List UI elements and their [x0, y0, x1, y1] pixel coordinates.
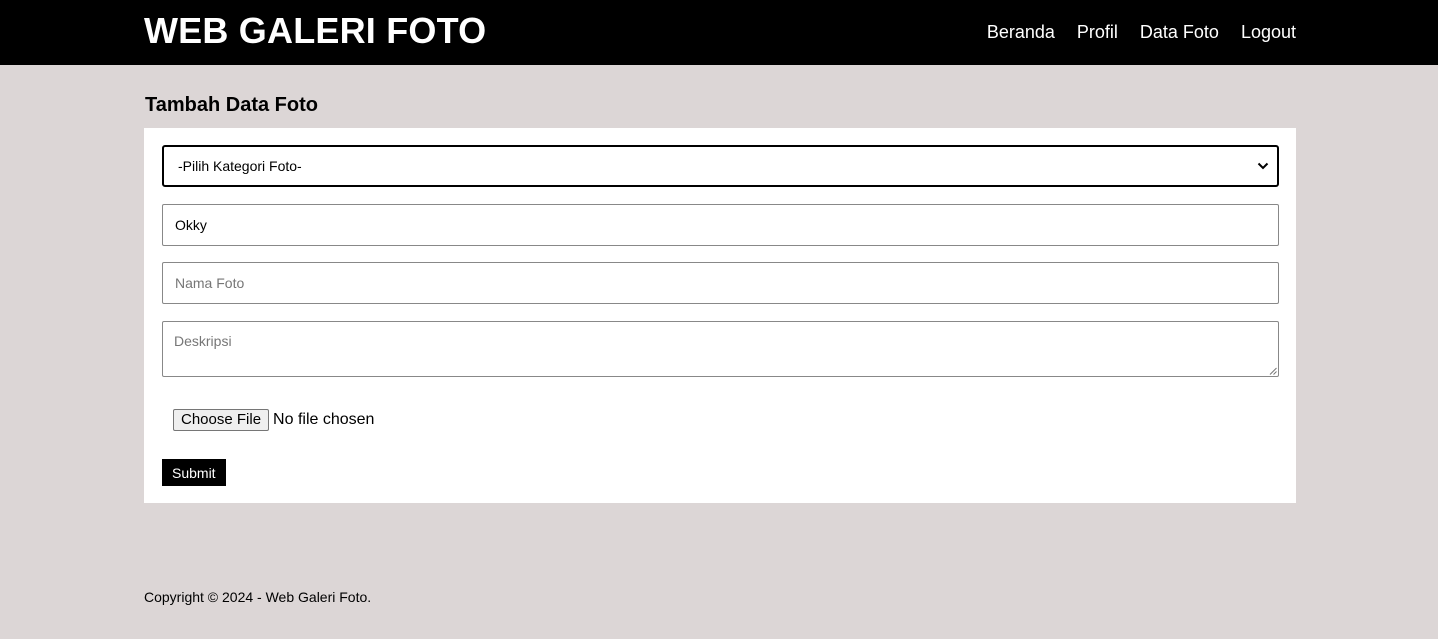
- nav-link-beranda[interactable]: Beranda: [987, 20, 1055, 44]
- footer-copyright: Copyright © 2024 - Web Galeri Foto.: [144, 589, 372, 605]
- name-input[interactable]: [162, 204, 1279, 246]
- submit-button[interactable]: Submit: [162, 459, 226, 486]
- top-navbar: WEB GALERI FOTO Beranda Profil Data Foto…: [0, 0, 1438, 65]
- nav-link-logout[interactable]: Logout: [1241, 20, 1296, 44]
- category-select-value: -Pilih Kategori Foto-: [178, 158, 302, 174]
- nav-link-profil[interactable]: Profil: [1077, 20, 1118, 44]
- description-textarea[interactable]: [162, 321, 1279, 377]
- file-input: Choose File No file chosen: [173, 409, 374, 431]
- page-title: Tambah Data Foto: [145, 94, 318, 116]
- category-select[interactable]: -Pilih Kategori Foto-: [162, 145, 1279, 187]
- resize-grip-icon[interactable]: [1269, 367, 1277, 375]
- site-logo[interactable]: WEB GALERI FOTO: [144, 10, 486, 52]
- chevron-down-icon: [1257, 162, 1269, 170]
- main-nav: Beranda Profil Data Foto Logout: [987, 20, 1296, 44]
- file-status-text: No file chosen: [273, 411, 375, 428]
- add-photo-form-card: -Pilih Kategori Foto- Choose File No fil…: [144, 128, 1296, 503]
- photo-name-input[interactable]: [162, 262, 1279, 304]
- choose-file-button[interactable]: Choose File: [173, 409, 270, 431]
- nav-link-data-foto[interactable]: Data Foto: [1140, 20, 1219, 44]
